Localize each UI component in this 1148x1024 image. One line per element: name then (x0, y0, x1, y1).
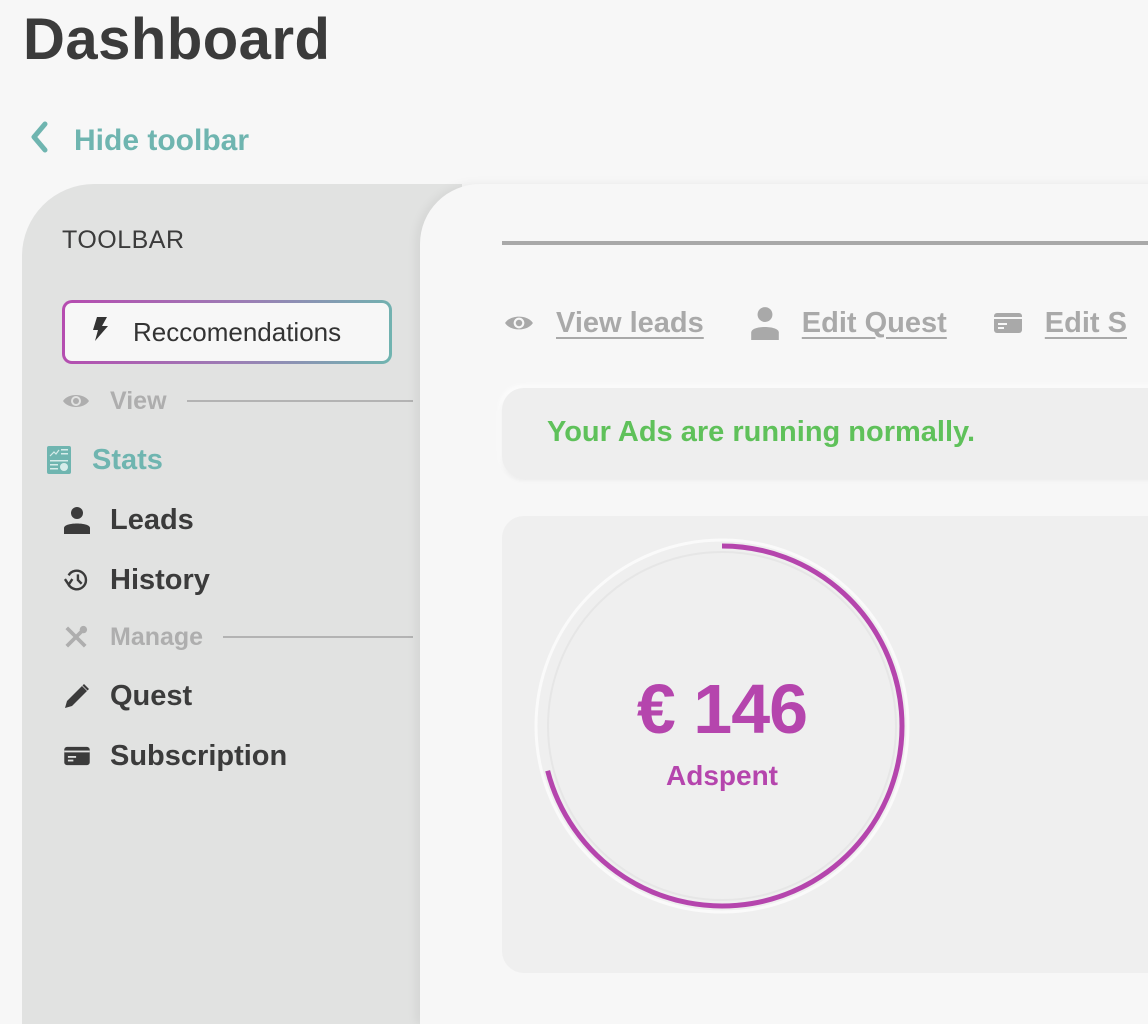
history-icon (62, 565, 92, 595)
quick-links: View leads Edit Quest Edit S (502, 306, 1148, 340)
sidebar-item-history[interactable]: History (62, 560, 210, 600)
sidebar-item-label: History (110, 563, 210, 596)
eye-icon (502, 306, 536, 340)
section-manage: Manage (62, 622, 414, 652)
toolbar-title: TOOLBAR (62, 226, 185, 254)
adspent-value: € 146 (636, 670, 808, 748)
sidebar-item-subscription[interactable]: Subscription (62, 736, 287, 776)
edit-subscription-link[interactable]: Edit S (991, 306, 1127, 340)
sidebar-item-label: Stats (92, 443, 163, 476)
adspent-card: € 146 Adspent (502, 516, 1148, 973)
edit-subscription-label: Edit S (1044, 306, 1127, 339)
recommendations-label: Reccomendations (133, 316, 342, 347)
section-divider (186, 400, 413, 402)
person-icon (748, 306, 782, 340)
tools-icon (62, 624, 90, 650)
section-manage-label: Manage (110, 622, 204, 651)
sidebar-item-label: Leads (110, 503, 194, 536)
recommendations-button[interactable]: Reccomendations (62, 300, 392, 364)
ads-status-card: Your Ads are running normally. (502, 388, 1148, 478)
sidebar-item-label: Subscription (110, 739, 288, 772)
chevron-left-icon (28, 119, 52, 163)
lightning-icon (89, 316, 111, 349)
view-leads-link[interactable]: View leads (502, 306, 704, 340)
section-view-label: View (110, 386, 167, 415)
pencil-icon (62, 681, 92, 711)
sidebar-item-leads[interactable]: Leads (62, 500, 194, 540)
person-icon (62, 505, 92, 535)
top-divider (502, 241, 1148, 245)
sidebar-item-quest[interactable]: Quest (62, 676, 192, 716)
edit-quest-link[interactable]: Edit Quest (748, 306, 947, 340)
credit-card-icon (991, 306, 1025, 340)
toolbar-sidebar: TOOLBAR Reccomendations View Stats Leads (22, 184, 462, 1024)
sidebar-item-stats[interactable]: Stats (44, 440, 163, 480)
hide-toolbar-button[interactable]: Hide toolbar (28, 120, 249, 162)
credit-card-icon (62, 741, 92, 771)
adspent-ring: € 146 Adspent (530, 534, 914, 918)
stats-report-icon (44, 445, 74, 475)
main-panel: View leads Edit Quest Edit S Your Ads ar… (420, 184, 1148, 1024)
section-divider (223, 636, 414, 638)
hide-toolbar-label: Hide toolbar (74, 124, 250, 157)
sidebar-item-label: Quest (110, 679, 193, 712)
ads-status-text: Your Ads are running normally. (547, 416, 976, 448)
section-view: View (62, 386, 413, 416)
page-title: Dashboard (23, 7, 331, 72)
adspent-label: Adspent (666, 760, 778, 791)
view-leads-label: View leads (556, 306, 704, 339)
eye-icon (62, 388, 90, 414)
edit-quest-label: Edit Quest (801, 306, 947, 339)
